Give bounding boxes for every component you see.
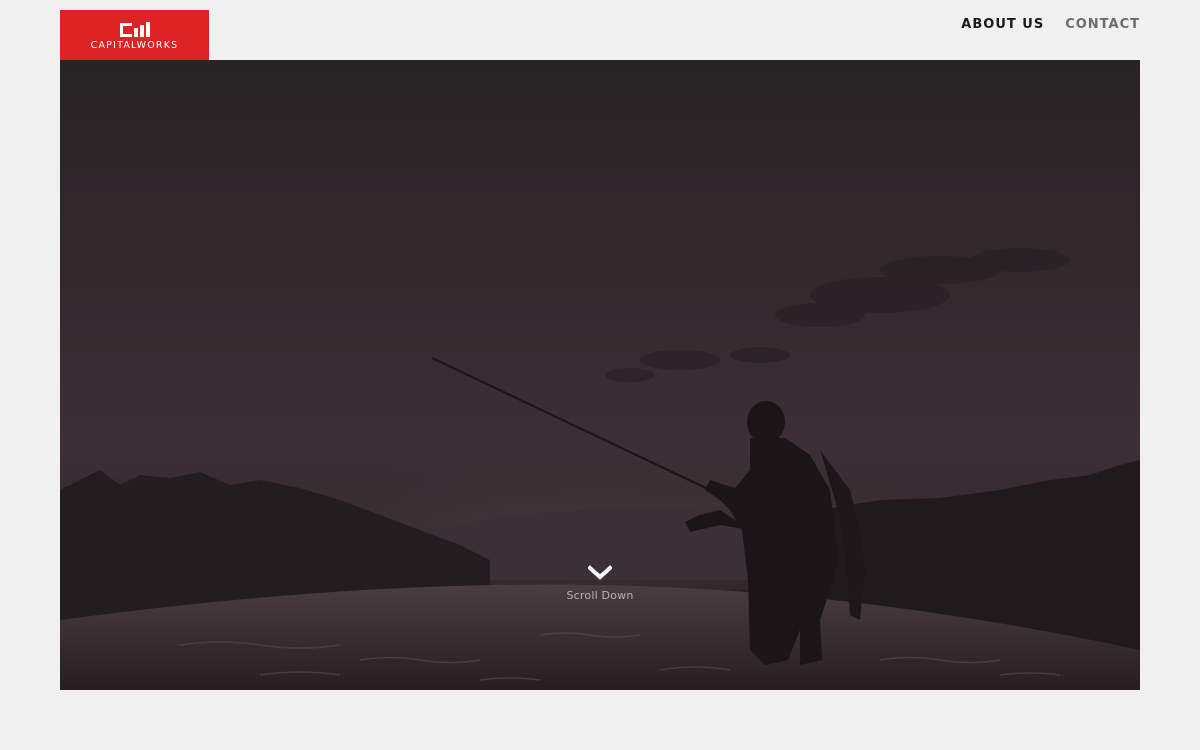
logo-link[interactable]: CAPITALWORKS	[60, 10, 209, 60]
chevron-down-icon	[588, 565, 612, 580]
nav-contact[interactable]: CONTACT	[1065, 17, 1140, 33]
hero-banner: Scroll Down	[60, 60, 1140, 690]
clouds	[605, 248, 1070, 382]
nav-about-us[interactable]: ABOUT US	[961, 17, 1044, 33]
page: CAPITALWORKS ABOUT US CONTACT Scroll Dow…	[0, 0, 1200, 750]
capitalworks-mark-icon	[119, 21, 150, 37]
scroll-down-label: Scroll Down	[566, 589, 634, 602]
scroll-down-button[interactable]: Scroll Down	[550, 565, 650, 602]
brand-name: CAPITALWORKS	[90, 39, 179, 51]
main-nav: ABOUT US CONTACT	[961, 17, 1140, 33]
